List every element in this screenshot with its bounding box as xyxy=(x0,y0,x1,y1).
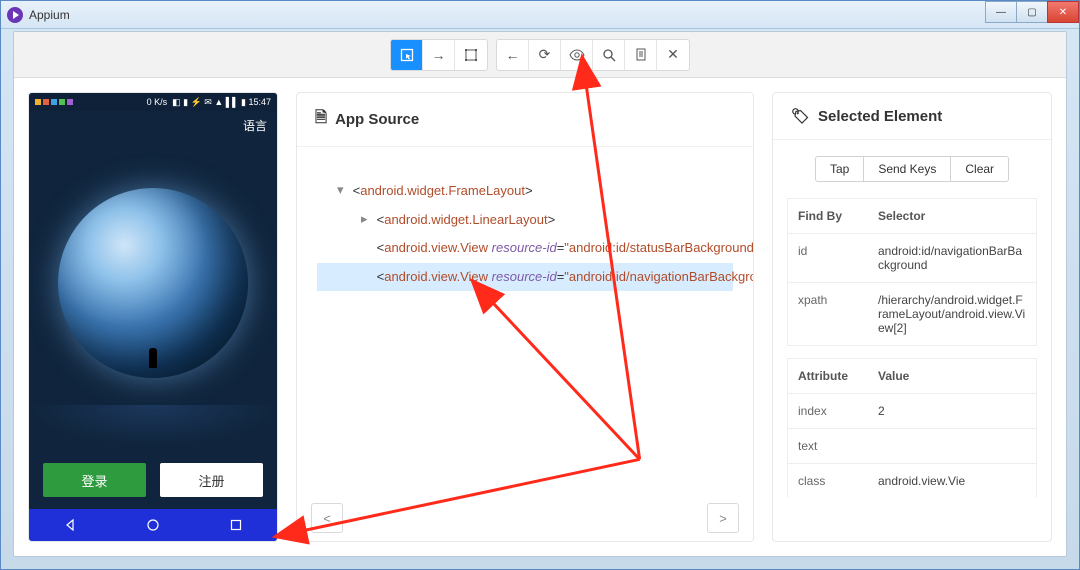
tree-prev-button[interactable]: < xyxy=(311,503,343,533)
tag-icon: 🏷 xyxy=(791,107,810,125)
swipe-mode-button[interactable]: → xyxy=(423,40,455,70)
table-row: classandroid.view.Vie xyxy=(788,464,1036,498)
status-time: 15:47 xyxy=(248,97,271,107)
window-maximize-button[interactable]: ▢ xyxy=(1016,1,1048,23)
toolbar-group-mode: → xyxy=(390,39,488,71)
tap-action-button[interactable]: Tap xyxy=(815,156,864,182)
nav-home-icon[interactable] xyxy=(146,518,160,532)
tree-next-button[interactable]: > xyxy=(707,503,739,533)
attributes-table: AttributeValue index2textclassandroid.vi… xyxy=(787,358,1037,498)
earth-image xyxy=(58,188,248,378)
android-nav-bar xyxy=(29,509,277,541)
app-source-title: App Source xyxy=(335,111,419,128)
tree-node[interactable]: <android.view.View resource-id="android:… xyxy=(317,234,733,263)
file-icon: 🗎 xyxy=(315,107,327,132)
content-area: → ← ⟳ ✕ 0 K/s ◧ ▮ ⚡ ✉ ▲ ▌▌ ▮ 15:47 xyxy=(13,31,1067,557)
person-silhouette-icon xyxy=(149,348,157,368)
titlebar: Appium — ▢ ✕ xyxy=(1,1,1079,29)
device-status-bar: 0 K/s ◧ ▮ ⚡ ✉ ▲ ▌▌ ▮ 15:47 xyxy=(29,93,277,111)
quit-session-button[interactable]: ✕ xyxy=(657,40,689,70)
app-source-panel: 🗎 App Source ▾ <android.widget.FrameLayou… xyxy=(296,92,754,542)
search-button[interactable] xyxy=(593,40,625,70)
inspector-toolbar: → ← ⟳ ✕ xyxy=(14,32,1066,78)
refresh-button[interactable]: ⟳ xyxy=(529,40,561,70)
sendkeys-action-button[interactable]: Send Keys xyxy=(863,156,951,182)
clear-action-button[interactable]: Clear xyxy=(950,156,1009,182)
table-row: index2 xyxy=(788,394,1036,429)
selected-element-panel: 🏷 Selected Element Tap Send Keys Clear Fi… xyxy=(772,92,1052,542)
copy-xml-button[interactable] xyxy=(625,40,657,70)
findby-table: Find BySelector idandroid:id/navigationB… xyxy=(787,198,1037,346)
tree-node[interactable]: ▸ <android.widget.LinearLayout> xyxy=(317,206,733,235)
app-window: Appium — ▢ ✕ → ← ⟳ ✕ xyxy=(0,0,1080,570)
tree-node[interactable]: ▾ <android.widget.FrameLayout> xyxy=(317,177,733,206)
status-speed: 0 K/s xyxy=(147,97,168,107)
nav-back-icon[interactable] xyxy=(63,518,77,532)
back-button[interactable]: ← xyxy=(497,40,529,70)
window-close-button[interactable]: ✕ xyxy=(1047,1,1079,23)
toolbar-group-actions: ← ⟳ ✕ xyxy=(496,39,690,71)
register-button[interactable]: 注册 xyxy=(160,463,263,497)
window-minimize-button[interactable]: — xyxy=(985,1,1017,23)
language-label: 语言 xyxy=(29,111,277,140)
device-screenshot-panel[interactable]: 0 K/s ◧ ▮ ⚡ ✉ ▲ ▌▌ ▮ 15:47 语言 登录 注册 xyxy=(28,92,278,542)
nav-recent-icon[interactable] xyxy=(229,518,243,532)
tree-node[interactable]: <android.view.View resource-id="android:… xyxy=(317,263,733,292)
selected-element-title: Selected Element xyxy=(818,108,942,125)
login-button[interactable]: 登录 xyxy=(43,463,146,497)
table-row: idandroid:id/navigationBarBackground xyxy=(788,234,1036,283)
table-row: xpath/hierarchy/android.widget.FrameLayo… xyxy=(788,283,1036,345)
window-title: Appium xyxy=(29,8,70,22)
source-tree[interactable]: ▾ <android.widget.FrameLayout>▸ <android… xyxy=(297,147,753,495)
tap-coord-button[interactable] xyxy=(455,40,487,70)
eye-icon[interactable] xyxy=(561,40,593,70)
table-row: text xyxy=(788,429,1036,464)
appium-logo-icon xyxy=(7,7,23,23)
select-mode-button[interactable] xyxy=(391,40,423,70)
